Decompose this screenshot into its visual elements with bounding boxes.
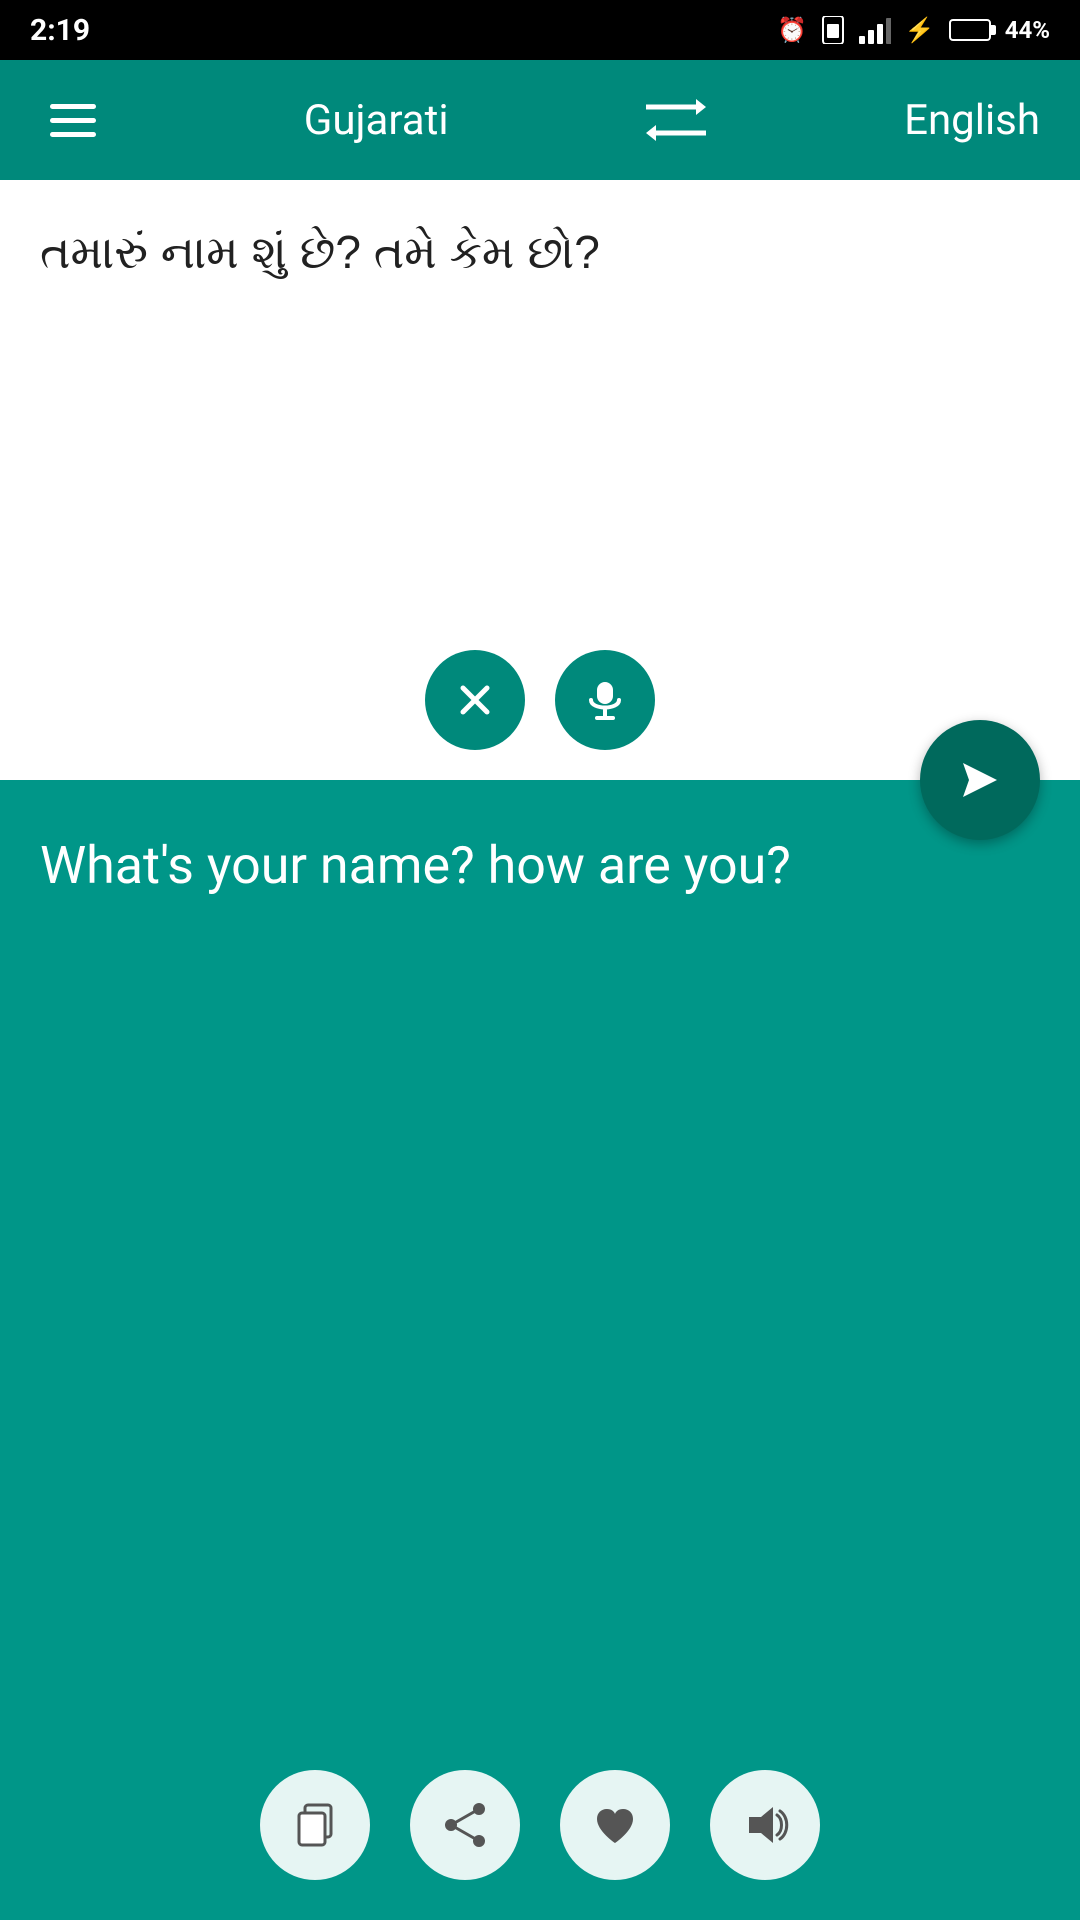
output-action-buttons (260, 1770, 820, 1880)
status-bar: 2:19 ⏰ ⚡ 44% (0, 0, 1080, 60)
charging-icon: ⚡ (905, 16, 935, 44)
status-time: 2:19 (30, 13, 90, 48)
source-text[interactable]: તમારું નામ શું છે? તમે કેમ છો? (40, 220, 1040, 284)
translated-text: What's your name? how are you? (40, 830, 1040, 903)
swap-languages-button[interactable] (646, 95, 706, 145)
clear-button[interactable] (425, 650, 525, 750)
signal-icon (859, 16, 891, 44)
share-button[interactable] (410, 1770, 520, 1880)
microphone-button[interactable] (555, 650, 655, 750)
source-language[interactable]: Gujarati (304, 96, 449, 145)
battery-icon (949, 19, 991, 41)
input-action-buttons (425, 650, 655, 750)
sim-icon (821, 16, 845, 44)
output-area: What's your name? how are you? (0, 780, 1080, 1920)
copy-button[interactable] (260, 1770, 370, 1880)
battery-percent: 44% (1005, 16, 1050, 44)
top-nav: Gujarati English (0, 60, 1080, 180)
favorite-button[interactable] (560, 1770, 670, 1880)
input-area: તમારું નામ શું છે? તમે કેમ છો? (0, 180, 1080, 780)
speaker-button[interactable] (710, 1770, 820, 1880)
target-language[interactable]: English (904, 96, 1040, 145)
send-translate-button[interactable] (920, 720, 1040, 840)
status-icons: ⏰ ⚡ 44% (777, 16, 1050, 44)
alarm-icon: ⏰ (777, 16, 807, 44)
menu-button[interactable] (40, 94, 106, 147)
